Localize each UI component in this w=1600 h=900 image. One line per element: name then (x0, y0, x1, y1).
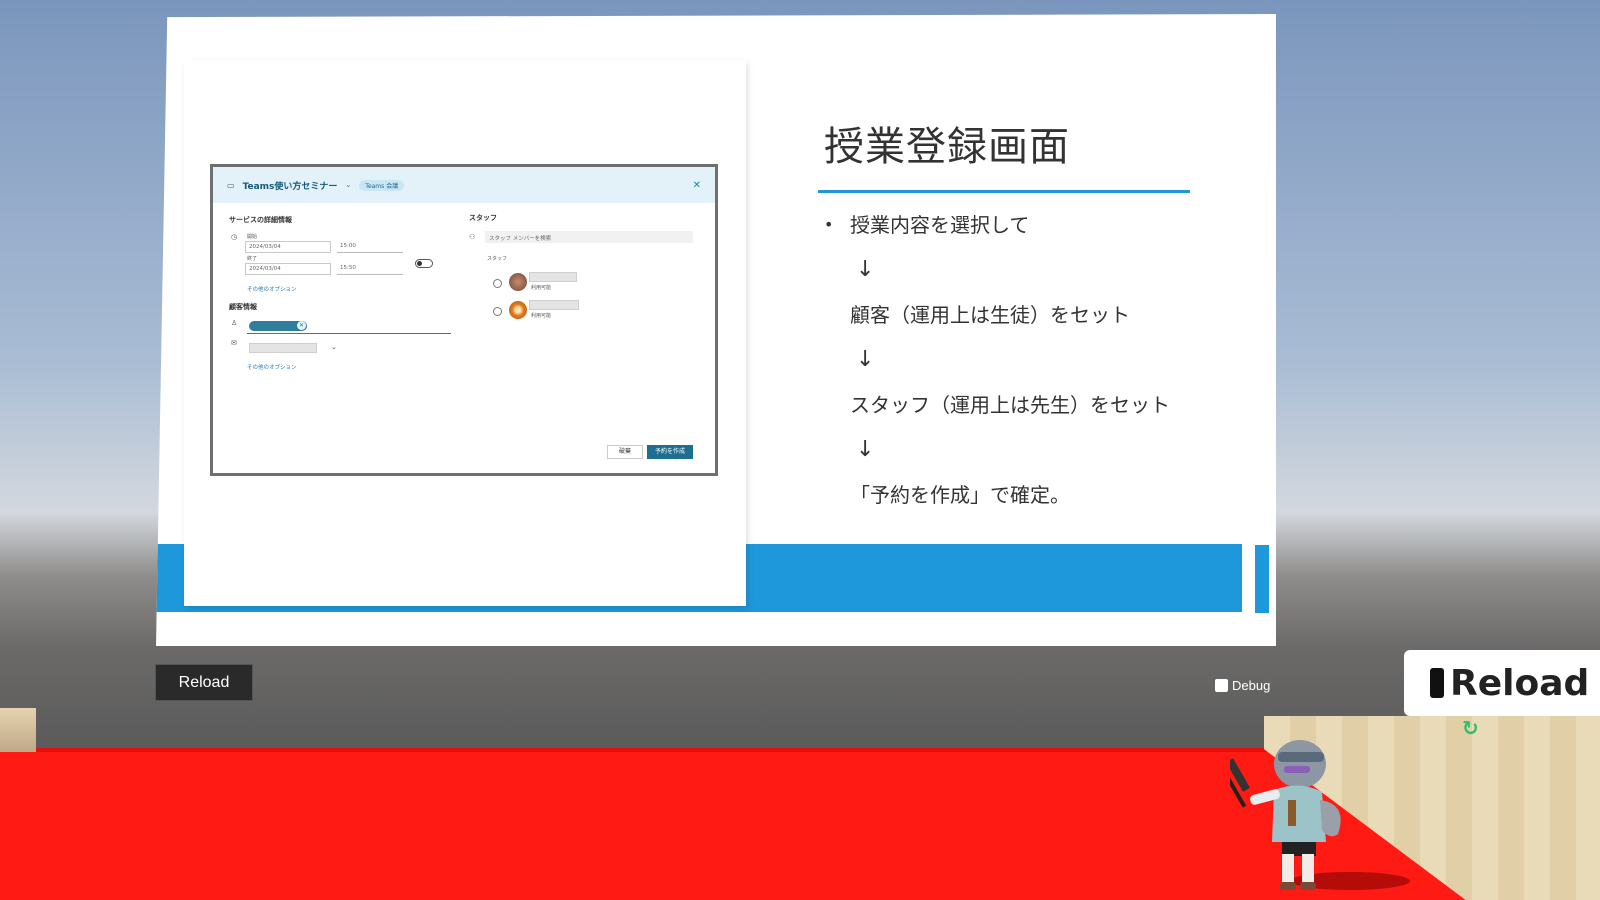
people-icon: ⚇ (469, 233, 476, 241)
customer-email-redacted (249, 343, 317, 353)
reload-panel-button[interactable]: Reload (1404, 650, 1600, 716)
dialog-header: ▭ Teams使い方セミナー ⌄ Teams 会議 ✕ (213, 167, 715, 203)
staff-name-redacted-2 (529, 300, 579, 310)
close-icon: ✕ (692, 179, 701, 191)
phone-icon (1430, 668, 1444, 698)
customer-section-heading: 顧客情報 (229, 303, 257, 311)
step-arrow-3: ↓ (856, 437, 875, 462)
debug-toggle[interactable]: Debug (1215, 678, 1270, 693)
staff-name-redacted-1 (529, 272, 577, 282)
chevron-down-icon: ⌄ (331, 343, 337, 351)
start-label: 開始 (247, 234, 258, 240)
step-line-4: 「予約を作成」で確定。 (850, 483, 1070, 507)
step-arrow-1: ↓ (856, 257, 875, 282)
staff-status-1: 利用可能 (531, 285, 552, 291)
debug-label: Debug (1232, 678, 1271, 693)
create-booking-button: 予約を作成 (647, 445, 693, 459)
debug-checkbox[interactable] (1215, 679, 1228, 692)
more-options-link-1: その他のオプション (247, 287, 297, 293)
staff-avatar-1 (509, 273, 527, 291)
booking-dialog-screenshot: ▭ Teams使い方セミナー ⌄ Teams 会議 ✕ サービスの詳細情報 ◷ … (210, 164, 718, 476)
start-date-field: 2024/03/04 (245, 241, 331, 253)
all-day-toggle (415, 259, 433, 268)
refresh-icon[interactable]: ↻ (1462, 716, 1479, 740)
step-line-2: 顧客（運用上は生徒）をセット (850, 303, 1130, 327)
title-underline (818, 190, 1190, 193)
wood-block-left (0, 708, 36, 752)
slide-screen: ▭ Teams使い方セミナー ⌄ Teams 会議 ✕ サービスの詳細情報 ◷ … (156, 14, 1276, 646)
avatar-character (1230, 740, 1341, 890)
staff-avatar-2 (509, 301, 527, 319)
slide-accent-band-small (1255, 545, 1269, 613)
staff-search-input: スタッフ メンバーを検索 (485, 231, 693, 243)
staff-section-heading: スタッフ (469, 214, 497, 222)
mail-icon: ✉ (231, 339, 237, 347)
end-date-field: 2024/03/04 (245, 263, 331, 275)
service-section-heading: サービスの詳細情報 (229, 216, 292, 224)
clock-icon: ◷ (231, 233, 238, 241)
reload-panel-label: Reload (1450, 662, 1590, 704)
customer-input-underline (247, 333, 451, 334)
staff-status-2: 利用可能 (531, 313, 552, 319)
step-arrow-2: ↓ (856, 347, 875, 372)
slide-body: 授業内容を選択して ↓ 顧客（運用上は生徒）をセット ↓ スタッフ（運用上は先生… (824, 210, 1248, 525)
person-icon: ♙ (231, 319, 238, 327)
step-line-1: 授業内容を選択して (824, 210, 1248, 255)
start-time-select: 15:00 (337, 241, 403, 253)
slide-title: 授業登録画面 (824, 124, 1070, 170)
step-line-3: スタッフ（運用上は先生）をセット (850, 393, 1170, 417)
end-label: 終了 (247, 256, 258, 262)
calendar-icon: ▭ (227, 180, 235, 190)
chip-remove-icon: ✕ (297, 321, 306, 330)
staff-radio-2 (493, 307, 502, 316)
chevron-down-icon: ⌄ (345, 181, 352, 189)
reload-button[interactable]: Reload (155, 664, 253, 701)
dialog-title: Teams使い方セミナー (242, 181, 338, 192)
end-time-select: 15:50 (337, 263, 403, 275)
more-options-link-2: その他のオプション (247, 365, 297, 371)
teams-badge: Teams 会議 (359, 179, 405, 191)
staff-label: スタッフ (487, 256, 508, 262)
staff-radio-1 (493, 279, 502, 288)
discard-button: 破棄 (607, 445, 643, 459)
